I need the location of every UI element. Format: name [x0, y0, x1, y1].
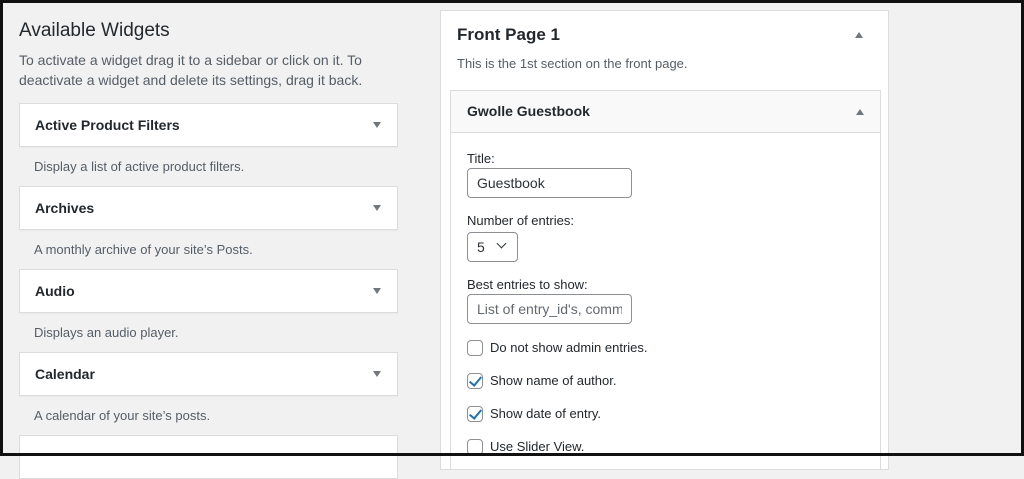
- triangle-up-icon[interactable]: [855, 32, 863, 38]
- widget-calendar[interactable]: Calendar: [19, 352, 398, 396]
- checkbox-show-author[interactable]: [467, 373, 483, 389]
- widget-description: A monthly archive of your site’s Posts.: [34, 242, 253, 257]
- checkbox-label[interactable]: Use Slider View.: [490, 439, 584, 454]
- triangle-down-icon[interactable]: [373, 122, 381, 128]
- entries-select[interactable]: 5: [467, 232, 518, 262]
- entries-value: 5: [477, 239, 485, 255]
- chevron-down-icon: [496, 238, 507, 249]
- available-widgets-title: Available Widgets: [19, 20, 170, 41]
- widget-title: Gwolle Guestbook: [467, 103, 590, 119]
- checkbox-label[interactable]: Show name of author.: [490, 373, 616, 388]
- widget-gwolle-guestbook: Gwolle Guestbook Title: Number of entrie…: [450, 90, 881, 470]
- available-widgets-description: To activate a widget drag it to a sideba…: [19, 52, 363, 88]
- best-entries-label: Best entries to show:: [467, 277, 588, 292]
- widget-title: Audio: [35, 283, 75, 299]
- title-input[interactable]: [467, 168, 632, 198]
- best-entries-input[interactable]: [467, 294, 632, 324]
- triangle-down-icon[interactable]: [373, 205, 381, 211]
- checkbox-show-date[interactable]: [467, 406, 483, 422]
- checkmark-icon: [468, 406, 483, 420]
- sidebar-front-page-1: Front Page 1 This is the 1st section on …: [440, 10, 889, 470]
- triangle-down-icon[interactable]: [373, 288, 381, 294]
- widget-title: Calendar: [35, 366, 95, 382]
- widget-next-partial[interactable]: [19, 435, 398, 479]
- checkbox-no-admin-entries[interactable]: [467, 340, 483, 356]
- checkbox-slider-view[interactable]: [467, 439, 483, 455]
- widget-active-product-filters[interactable]: Active Product Filters: [19, 103, 398, 147]
- widget-description: Display a list of active product filters…: [34, 159, 245, 174]
- widget-description: Displays an audio player.: [34, 325, 179, 340]
- checkbox-label[interactable]: Show date of entry.: [490, 406, 601, 421]
- widget-description: A calendar of your site’s posts.: [34, 408, 211, 423]
- checkmark-icon: [468, 373, 483, 387]
- sidebar-title[interactable]: Front Page 1: [457, 25, 560, 45]
- triangle-down-icon[interactable]: [373, 371, 381, 377]
- triangle-up-icon[interactable]: [856, 109, 864, 115]
- checkbox-label[interactable]: Do not show admin entries.: [490, 340, 648, 355]
- title-label: Title:: [467, 151, 495, 166]
- entries-label: Number of entries:: [467, 213, 574, 228]
- widget-header[interactable]: Gwolle Guestbook: [451, 91, 880, 133]
- widget-archives[interactable]: Archives: [19, 186, 398, 230]
- widget-title: Active Product Filters: [35, 117, 180, 133]
- sidebar-description: This is the 1st section on the front pag…: [457, 56, 688, 71]
- widget-title: Archives: [35, 200, 95, 216]
- widget-audio[interactable]: Audio: [19, 269, 398, 313]
